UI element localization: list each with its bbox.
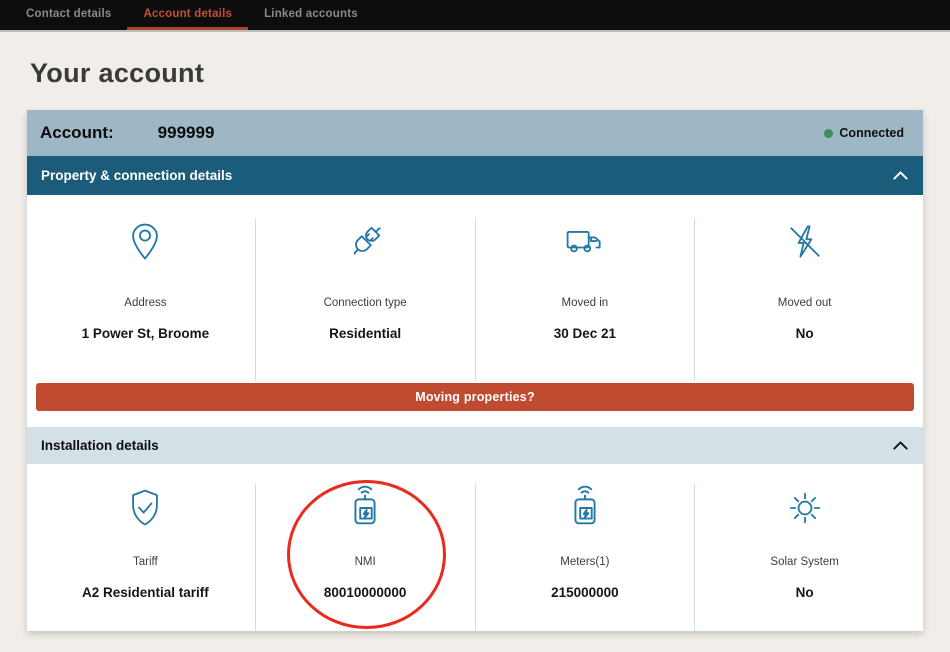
status-badge: Connected xyxy=(824,126,910,140)
account-label: Account: xyxy=(40,123,114,143)
stat-label: Solar System xyxy=(770,556,838,568)
stat-label: Address xyxy=(124,297,166,309)
stat-label: Moved in xyxy=(562,297,609,309)
moving-properties-button[interactable]: Moving properties? xyxy=(36,383,914,411)
chevron-up-icon[interactable] xyxy=(892,170,909,181)
page-body: Your account Account: 999999 Connected P… xyxy=(0,58,950,631)
stat-column-moved-out: Moved out No xyxy=(694,218,914,381)
page-title: Your account xyxy=(30,58,923,89)
stat-value: 215000000 xyxy=(551,585,619,600)
stat-label: Tariff xyxy=(133,556,158,568)
crossed-bolt-icon xyxy=(783,218,827,266)
status-text: Connected xyxy=(839,126,904,140)
stat-value: 80010000000 xyxy=(324,585,407,600)
section-title-property: Property & connection details xyxy=(41,168,232,183)
account-card: Account: 999999 Connected Property & con… xyxy=(27,110,923,631)
map-pin-icon xyxy=(123,218,167,266)
stat-label: Meters(1) xyxy=(560,556,609,568)
account-bar: Account: 999999 Connected xyxy=(27,110,923,156)
plug-icon xyxy=(343,218,387,266)
stat-label: Moved out xyxy=(778,297,832,309)
tab-linked-accounts[interactable]: Linked accounts xyxy=(248,0,374,30)
smart-meter-icon xyxy=(342,484,388,532)
section-header-installation[interactable]: Installation details xyxy=(27,427,923,464)
account-number: 999999 xyxy=(158,123,215,143)
smart-meter-icon xyxy=(562,484,608,532)
stat-column-solar: Solar System No xyxy=(694,484,914,631)
stat-column-moved-in: Moved in 30 Dec 21 xyxy=(475,218,695,381)
stat-value: 1 Power St, Broome xyxy=(82,326,210,341)
stat-column-connection-type: Connection type Residential xyxy=(255,218,475,381)
chevron-up-icon[interactable] xyxy=(892,440,909,451)
truck-icon xyxy=(562,218,608,266)
sun-icon xyxy=(783,484,827,532)
stat-value: No xyxy=(796,326,814,341)
top-nav: Contact details Account details Linked a… xyxy=(0,0,950,32)
property-stats-row: Address 1 Power St, Broome Co xyxy=(27,195,923,381)
stat-value: No xyxy=(796,585,814,600)
stat-value: A2 Residential tariff xyxy=(82,585,209,600)
status-dot-icon xyxy=(824,129,833,138)
tab-account-details[interactable]: Account details xyxy=(127,0,248,30)
stat-label: Connection type xyxy=(324,297,407,309)
shield-check-icon xyxy=(123,484,167,532)
stat-value: Residential xyxy=(329,326,401,341)
stat-column-address: Address 1 Power St, Broome xyxy=(36,218,255,381)
installation-stats-row: Tariff A2 Residential tariff NMI 8001000… xyxy=(27,464,923,631)
stat-column-meters: Meters(1) 215000000 xyxy=(475,484,695,631)
section-title-installation: Installation details xyxy=(41,438,159,453)
stat-column-tariff: Tariff A2 Residential tariff xyxy=(36,484,255,631)
stat-value: 30 Dec 21 xyxy=(554,326,616,341)
section-header-property[interactable]: Property & connection details xyxy=(27,156,923,195)
stat-column-nmi: NMI 80010000000 xyxy=(255,484,475,631)
tab-contact-details[interactable]: Contact details xyxy=(10,0,127,30)
stat-label: NMI xyxy=(355,556,376,568)
